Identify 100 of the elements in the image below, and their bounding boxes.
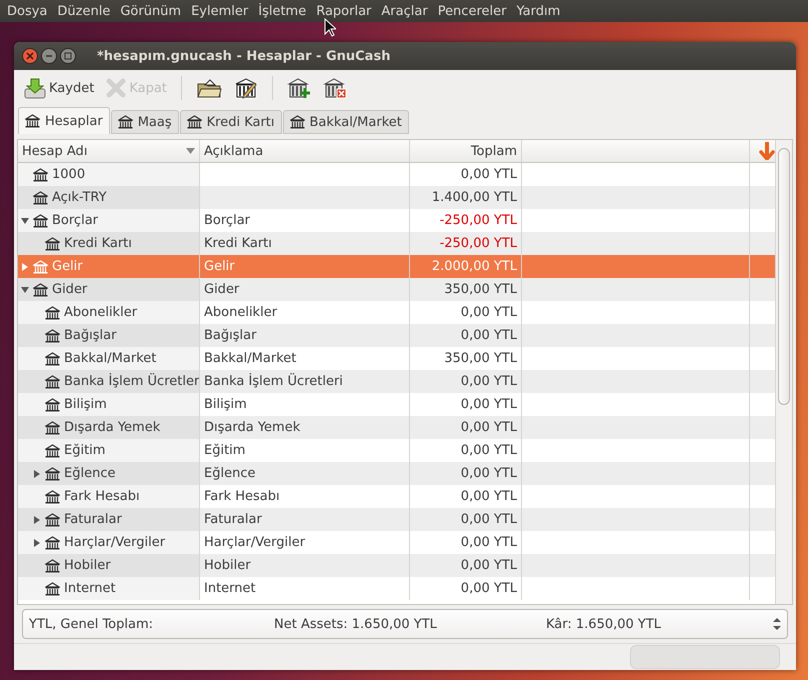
sort-arrow-icon bbox=[186, 148, 195, 154]
bank-icon bbox=[33, 260, 48, 274]
maximize-icon bbox=[64, 52, 72, 60]
collapsed-arrow-icon[interactable] bbox=[20, 262, 30, 272]
account-description: Borçlar bbox=[204, 213, 250, 228]
account-description: Fark Hesabı bbox=[204, 489, 280, 504]
account-name: Internet bbox=[64, 581, 116, 596]
account-description: Harçlar/Vergiler bbox=[204, 535, 306, 550]
menu-item[interactable]: İşletme bbox=[253, 4, 312, 18]
account-description: Gelir bbox=[204, 259, 235, 274]
summary-bar[interactable]: YTL, Genel Toplam: Net Assets: 1.650,00 YTL Kâr: 1.650,00 YTL bbox=[22, 609, 788, 639]
bank-icon bbox=[33, 214, 48, 228]
bank-icon bbox=[33, 282, 48, 296]
expanded-arrow-icon[interactable] bbox=[20, 216, 30, 226]
account-total: 2.000,00 YTL bbox=[432, 259, 517, 274]
profit-text: Kâr: 1.650,00 YTL bbox=[546, 616, 662, 632]
minimize-button[interactable] bbox=[41, 48, 57, 64]
account-row[interactable]: Hobiler Hobiler 0,00 YTL bbox=[18, 554, 775, 577]
bank-icon bbox=[45, 352, 60, 366]
collapsed-arrow-icon[interactable] bbox=[32, 468, 42, 478]
account-total: 0,00 YTL bbox=[460, 443, 517, 458]
account-name: Bilişim bbox=[64, 397, 107, 412]
account-row[interactable]: Dışarda Yemek Dışarda Yemek 0,00 YTL bbox=[18, 416, 775, 439]
bank-icon bbox=[25, 114, 40, 128]
account-total: 0,00 YTL bbox=[460, 512, 517, 527]
scrollbar[interactable] bbox=[775, 140, 792, 604]
account-description: Gider bbox=[204, 282, 240, 297]
net-assets-text: Net Assets: 1.650,00 YTL bbox=[274, 616, 438, 632]
add-account-icon bbox=[286, 77, 311, 99]
menu-item[interactable]: Yardım bbox=[511, 4, 566, 18]
collapsed-arrow-icon[interactable] bbox=[32, 514, 42, 524]
bank-icon bbox=[45, 536, 60, 550]
collapsed-arrow-icon[interactable] bbox=[32, 538, 42, 548]
account-description: Internet bbox=[204, 581, 256, 596]
spinner-arrows-icon bbox=[773, 617, 781, 631]
account-row[interactable]: Faturalar Faturalar 0,00 YTL bbox=[18, 508, 775, 531]
account-name: Bakkal/Market bbox=[64, 351, 156, 366]
account-description: Eğlence bbox=[204, 466, 256, 481]
account-name: Harçlar/Vergiler bbox=[64, 535, 166, 550]
menu-item[interactable]: Raporlar bbox=[311, 4, 376, 18]
bank-icon bbox=[290, 115, 305, 129]
account-total: 0,00 YTL bbox=[460, 466, 517, 481]
menu-item[interactable]: Eylemler bbox=[186, 4, 254, 18]
bank-icon bbox=[45, 444, 60, 458]
account-row[interactable]: Açık-TRY 1.400,00 YTL bbox=[18, 186, 775, 209]
account-name: Eğitim bbox=[64, 443, 106, 458]
account-total: 0,00 YTL bbox=[460, 581, 517, 596]
account-description: Abonelikler bbox=[204, 305, 278, 320]
account-name: Abonelikler bbox=[64, 305, 138, 320]
account-name: Hobiler bbox=[64, 558, 111, 573]
account-description: Bağışlar bbox=[204, 328, 256, 343]
account-name: Dışarda Yemek bbox=[64, 420, 160, 435]
account-row[interactable]: Gider Gider 350,00 YTL bbox=[18, 278, 775, 301]
bank-icon bbox=[45, 420, 60, 434]
account-total: -250,00 YTL bbox=[440, 236, 517, 251]
account-row[interactable]: Eğlence Eğlence 0,00 YTL bbox=[18, 462, 775, 485]
toolbar-button[interactable]: Kaydet bbox=[20, 74, 98, 102]
menu-item[interactable]: Dosya bbox=[2, 4, 52, 18]
tab[interactable]: Bakkal/Market bbox=[282, 110, 409, 134]
account-description: Hobiler bbox=[204, 558, 251, 573]
tab[interactable]: Kredi Kartı bbox=[180, 110, 282, 134]
folder-icon bbox=[196, 77, 222, 99]
menu-item[interactable]: Pencereler bbox=[432, 4, 512, 18]
close-button[interactable] bbox=[22, 48, 38, 64]
account-description: Faturalar bbox=[204, 512, 262, 527]
bank-icon bbox=[45, 236, 60, 250]
delete-account-icon bbox=[322, 77, 347, 99]
account-total: 0,00 YTL bbox=[460, 397, 517, 412]
maximize-button[interactable] bbox=[60, 48, 76, 64]
account-total: 0,00 YTL bbox=[460, 489, 517, 504]
bank-icon bbox=[45, 558, 60, 572]
menu-item[interactable]: Araçlar bbox=[376, 4, 433, 18]
account-name: Faturalar bbox=[64, 512, 122, 527]
expanded-arrow-icon[interactable] bbox=[20, 284, 30, 294]
account-name: Banka İşlem Ücretler bbox=[64, 374, 199, 389]
column-header[interactable]: Açıklama bbox=[200, 140, 410, 162]
bank-icon bbox=[45, 512, 60, 526]
bank-icon bbox=[45, 328, 60, 342]
account-description: Bakkal/Market bbox=[204, 351, 296, 366]
account-row[interactable]: Banka İşlem Ücretler Banka İşlem Ücretleri 0,00 YTL bbox=[18, 370, 775, 393]
account-total: 0,00 YTL bbox=[460, 420, 517, 435]
bank-icon bbox=[45, 398, 60, 412]
account-row[interactable]: Kredi Kartı Kredi Kartı -250,00 YTL bbox=[18, 232, 775, 255]
account-total: 1.400,00 YTL bbox=[432, 190, 517, 205]
account-name: 1000 bbox=[52, 167, 86, 182]
column-header[interactable]: Toplam bbox=[410, 140, 522, 162]
column-header[interactable]: Hesap Adı bbox=[18, 140, 200, 162]
account-name: Eğlence bbox=[64, 466, 116, 481]
account-description: Banka İşlem Ücretleri bbox=[204, 374, 343, 389]
account-name: Fark Hesabı bbox=[64, 489, 140, 504]
account-name: Gider bbox=[52, 282, 88, 297]
window-title: *hesapım.gnucash - Hesaplar - GnuCash bbox=[97, 48, 390, 64]
menu-item[interactable]: Düzenle bbox=[52, 4, 116, 18]
tab[interactable]: Maaş bbox=[110, 110, 179, 134]
account-total: 0,00 YTL bbox=[460, 305, 517, 320]
tab[interactable]: Hesaplar bbox=[18, 107, 110, 134]
menu-item[interactable]: Görünüm bbox=[115, 4, 186, 18]
account-description: Kredi Kartı bbox=[204, 236, 272, 251]
account-row[interactable]: Bağışlar Bağışlar 0,00 YTL bbox=[18, 324, 775, 347]
bank-icon bbox=[45, 490, 60, 504]
